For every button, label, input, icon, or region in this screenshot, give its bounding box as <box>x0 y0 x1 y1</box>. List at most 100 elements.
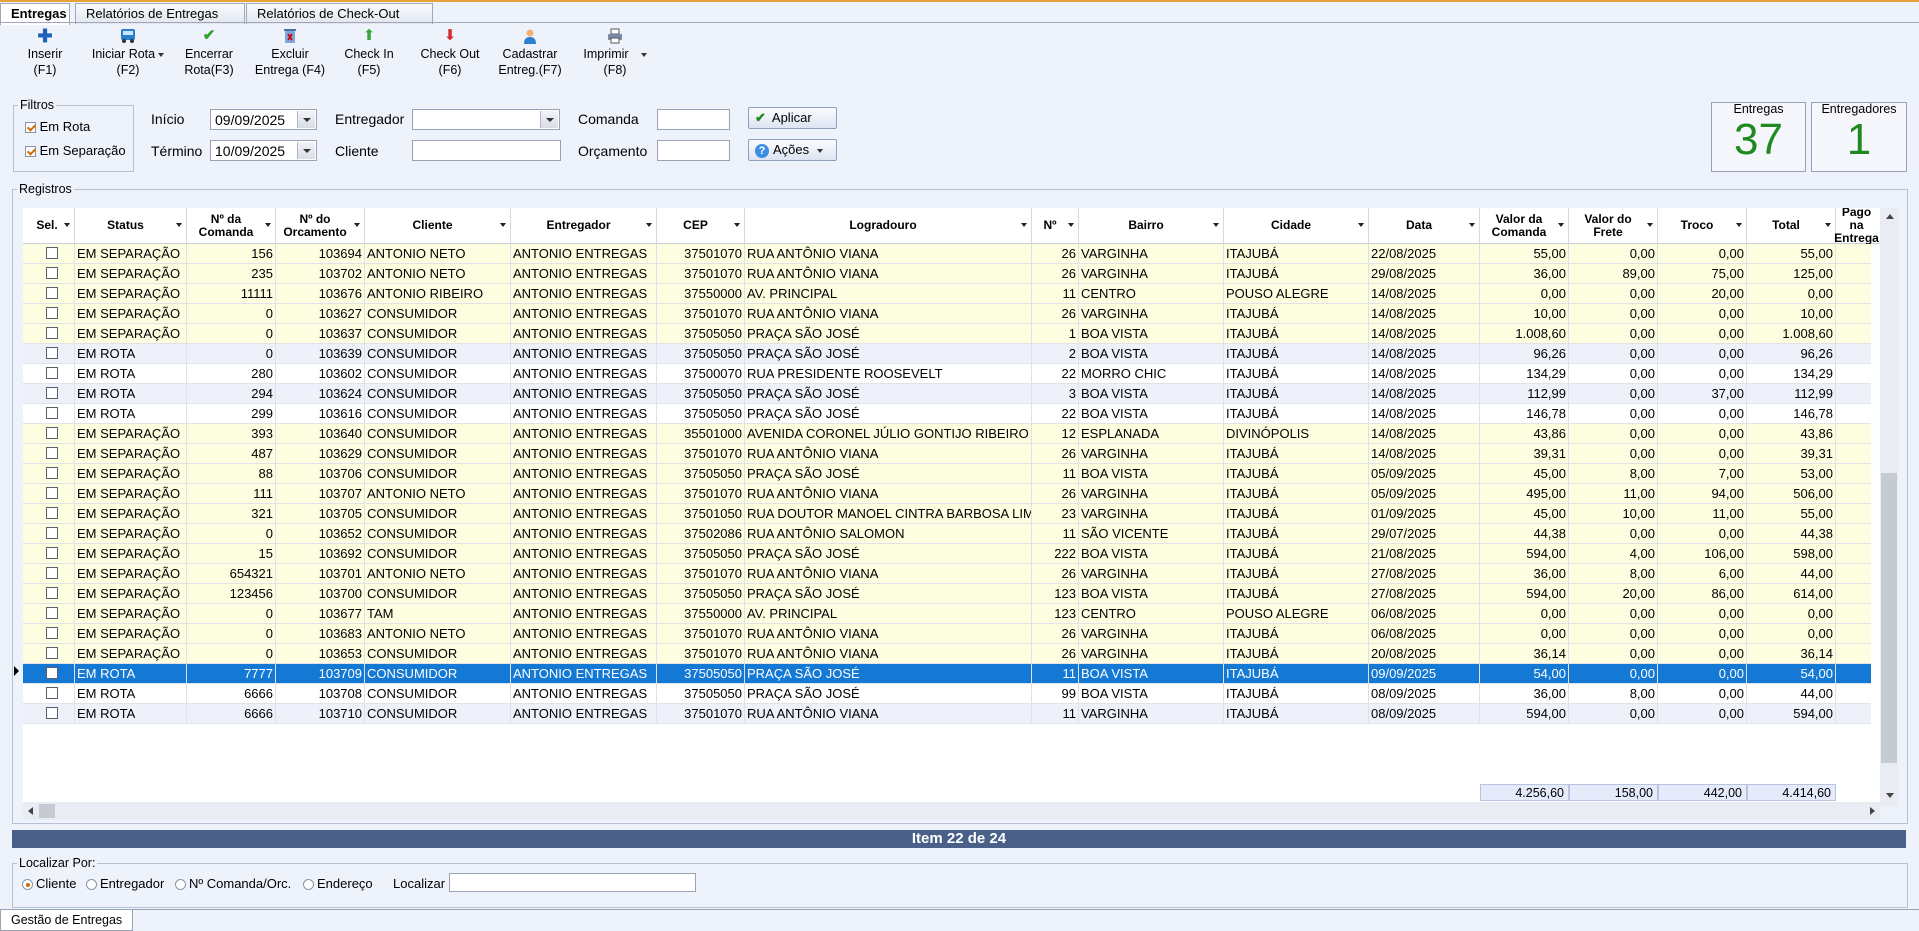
column-header-pago[interactable]: Pago na Entrega <box>1834 208 1880 245</box>
table-row[interactable]: EM SEPARAÇÃO 15 103692 CONSUMIDOR ANTONIO EN… <box>23 544 1871 564</box>
row-select-checkbox[interactable] <box>30 464 75 483</box>
row-select-checkbox[interactable] <box>30 524 75 543</box>
table-row[interactable]: EM ROTA 7777 103709 CONSUMIDOR ANTONIO ENTRE… <box>23 664 1871 684</box>
radio-comanda[interactable]: Nº Comanda/Orc. <box>175 876 291 891</box>
em-rota-checkbox[interactable]: Em Rota <box>25 119 90 134</box>
check-in-button[interactable]: ⬆ Check In (F5) <box>341 28 397 78</box>
sort-arrow-icon[interactable] <box>176 223 182 227</box>
scroll-down-icon[interactable] <box>1886 793 1894 798</box>
table-row[interactable]: EM SEPARAÇÃO 321 103705 CONSUMIDOR ANTONIO E… <box>23 504 1871 524</box>
column-header-troco[interactable]: Troco <box>1658 208 1747 243</box>
table-row[interactable]: EM SEPARAÇÃO 0 103637 CONSUMIDOR ANTONIO ENT… <box>23 324 1871 344</box>
row-select-checkbox[interactable] <box>30 444 75 463</box>
column-header-cep[interactable]: CEP <box>657 208 745 243</box>
table-row[interactable]: EM SEPARAÇÃO 156 103694 ANTONIO NETO ANTONIO… <box>23 244 1871 264</box>
sort-arrow-icon[interactable] <box>1021 223 1027 227</box>
row-select-checkbox[interactable] <box>30 704 75 723</box>
column-header-numero[interactable]: Nº <box>1032 208 1079 243</box>
sort-arrow-icon[interactable] <box>265 223 271 227</box>
table-row[interactable]: EM SEPARAÇÃO 111 103707 ANTONIO NETO ANTONIO… <box>23 484 1871 504</box>
row-select-checkbox[interactable] <box>30 404 75 423</box>
table-row[interactable]: EM SEPARAÇÃO 393 103640 CONSUMIDOR ANTONIO E… <box>23 424 1871 444</box>
table-row[interactable]: EM ROTA 280 103602 CONSUMIDOR ANTONIO ENTREG… <box>23 364 1871 384</box>
table-row[interactable]: EM SEPARAÇÃO 11111 103676 ANTONIO RIBEIRO AN… <box>23 284 1871 304</box>
cadastrar-entregador-button[interactable]: Cadastrar Entreg.(F7) <box>494 28 566 78</box>
row-select-checkbox[interactable] <box>30 364 75 383</box>
entregador-select[interactable] <box>412 109 560 130</box>
inserir-button[interactable]: ✚ Inserir (F1) <box>22 27 68 78</box>
horizontal-scroll-thumb[interactable] <box>39 804 55 818</box>
row-select-checkbox[interactable] <box>30 584 75 603</box>
sort-arrow-icon[interactable] <box>1358 223 1364 227</box>
scroll-up-icon[interactable] <box>1886 214 1894 219</box>
column-header-sel[interactable]: Sel. <box>30 208 75 243</box>
row-select-checkbox[interactable] <box>30 684 75 703</box>
row-select-checkbox[interactable] <box>30 324 75 343</box>
column-header-comanda[interactable]: Nº da Comanda <box>187 208 276 243</box>
table-row[interactable]: EM ROTA 0 103639 CONSUMIDOR ANTONIO ENTREGAS… <box>23 344 1871 364</box>
tab-relatorios-checkout[interactable]: Relatórios de Check-Out <box>246 3 433 24</box>
sort-arrow-icon[interactable] <box>734 223 740 227</box>
radio-cliente[interactable]: Cliente <box>22 876 76 891</box>
radio-entregador[interactable]: Entregador <box>86 876 164 891</box>
sort-arrow-icon[interactable] <box>1736 223 1742 227</box>
row-select-checkbox[interactable] <box>30 244 75 263</box>
row-select-checkbox[interactable] <box>30 504 75 523</box>
table-row[interactable]: EM SEPARAÇÃO 654321 103701 ANTONIO NETO ANTO… <box>23 564 1871 584</box>
sort-arrow-icon[interactable] <box>64 223 70 227</box>
calendar-dropdown-icon[interactable] <box>297 111 315 128</box>
scroll-right-icon[interactable] <box>1870 807 1875 815</box>
column-header-valor-comanda[interactable]: Valor da Comanda <box>1480 208 1569 243</box>
table-row[interactable]: EM SEPARAÇÃO 0 103652 CONSUMIDOR ANTONIO ENT… <box>23 524 1871 544</box>
table-row[interactable]: EM ROTA 6666 103708 CONSUMIDOR ANTONIO ENTRE… <box>23 684 1871 704</box>
iniciar-rota-button[interactable]: Iniciar Rota (F2) <box>86 28 170 78</box>
localizar-input[interactable] <box>449 873 696 892</box>
row-select-checkbox[interactable] <box>30 624 75 643</box>
column-header-status[interactable]: Status <box>75 208 187 243</box>
row-select-checkbox[interactable] <box>30 304 75 323</box>
row-select-checkbox[interactable] <box>30 604 75 623</box>
table-row[interactable]: EM SEPARAÇÃO 0 103627 CONSUMIDOR ANTONIO ENT… <box>23 304 1871 324</box>
check-out-button[interactable]: ⬇ Check Out (F6) <box>418 28 482 78</box>
row-select-checkbox[interactable] <box>30 264 75 283</box>
sort-arrow-icon[interactable] <box>1469 223 1475 227</box>
acoes-button[interactable]: ? Ações <box>748 139 837 161</box>
vertical-scrollbar[interactable] <box>1880 208 1898 806</box>
table-row[interactable]: EM ROTA 299 103616 CONSUMIDOR ANTONIO ENTREG… <box>23 404 1871 424</box>
table-row[interactable]: EM SEPARAÇÃO 88 103706 CONSUMIDOR ANTONIO EN… <box>23 464 1871 484</box>
sort-arrow-icon[interactable] <box>1647 223 1653 227</box>
em-separacao-checkbox[interactable]: Em Separação <box>25 143 126 158</box>
row-select-checkbox[interactable] <box>30 384 75 403</box>
table-row[interactable]: EM SEPARAÇÃO 123456 103700 CONSUMIDOR ANTONI… <box>23 584 1871 604</box>
sort-arrow-icon[interactable] <box>1825 223 1831 227</box>
row-select-checkbox[interactable] <box>30 484 75 503</box>
tab-relatorios-entregas[interactable]: Relatórios de Entregas <box>75 3 245 24</box>
column-header-entregador[interactable]: Entregador <box>511 208 657 243</box>
radio-endereco[interactable]: Endereço <box>303 876 373 891</box>
table-row[interactable]: EM ROTA 294 103624 CONSUMIDOR ANTONIO ENTREG… <box>23 384 1871 404</box>
termino-date-field[interactable]: 10/09/2025 <box>210 140 317 161</box>
calendar-dropdown-icon[interactable] <box>297 142 315 159</box>
imprimir-button[interactable]: Imprimir (F8) <box>576 28 654 78</box>
orcamento-input[interactable] <box>657 140 730 161</box>
sort-arrow-icon[interactable] <box>500 223 506 227</box>
table-row[interactable]: EM SEPARAÇÃO 0 103677 TAM ANTONIO ENTREGAS 37… <box>23 604 1871 624</box>
table-row[interactable]: EM SEPARAÇÃO 235 103702 ANTONIO NETO ANTONIO… <box>23 264 1871 284</box>
column-header-data[interactable]: Data <box>1369 208 1480 243</box>
table-row[interactable]: EM SEPARAÇÃO 0 103683 ANTONIO NETO ANTONIO E… <box>23 624 1871 644</box>
entregas-grid[interactable]: Sel. Status Nº da Comanda Nº do Orcamento Cl… <box>23 208 1880 808</box>
sort-arrow-icon[interactable] <box>1558 223 1564 227</box>
table-row[interactable]: EM SEPARAÇÃO 0 103653 CONSUMIDOR ANTONIO ENT… <box>23 644 1871 664</box>
row-select-checkbox[interactable] <box>30 664 75 683</box>
row-select-checkbox[interactable] <box>30 644 75 663</box>
column-header-cliente[interactable]: Cliente <box>365 208 511 243</box>
comanda-input[interactable] <box>657 109 730 130</box>
inicio-date-field[interactable]: 09/09/2025 <box>210 109 317 130</box>
column-header-total[interactable]: Total <box>1747 208 1836 243</box>
horizontal-scrollbar[interactable] <box>23 802 1880 820</box>
chevron-down-icon[interactable] <box>540 111 558 128</box>
row-select-checkbox[interactable] <box>30 564 75 583</box>
row-select-checkbox[interactable] <box>30 424 75 443</box>
excluir-entrega-button[interactable]: Excluir Entrega (F4) <box>250 28 330 78</box>
scroll-left-icon[interactable] <box>28 807 33 815</box>
